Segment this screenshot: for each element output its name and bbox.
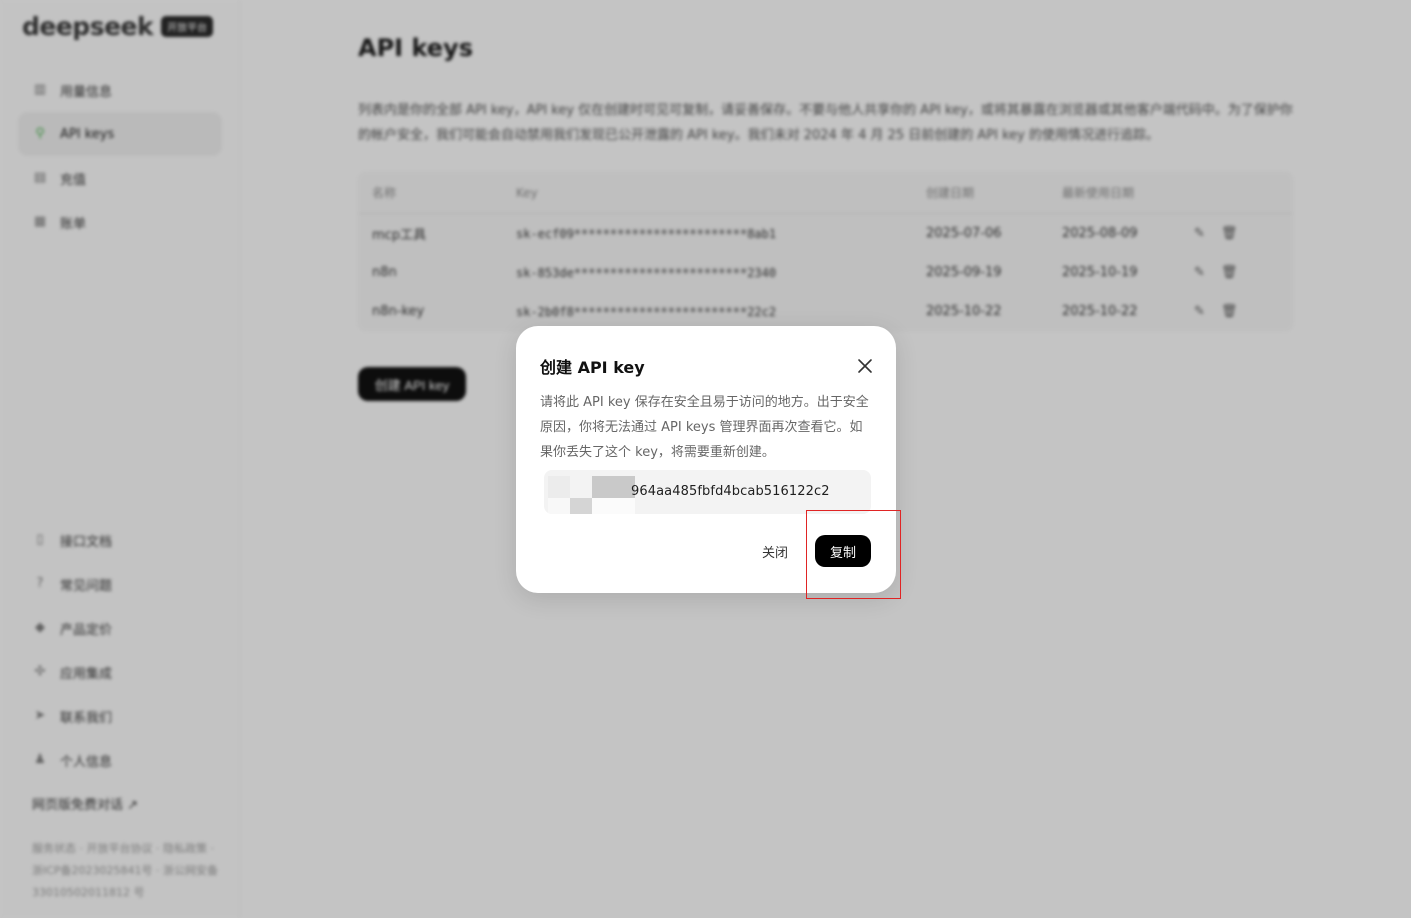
dialog-description: 请将此 API key 保存在安全且易于访问的地方。出于安全原因，你将无法通过 … (540, 395, 869, 460)
api-key-value: 964aa485fbfd4bcab516122c2 (631, 484, 830, 499)
create-api-key-dialog: 创建 API key 请将此 API key 保存在安全且易于访问的地方。出于安… (516, 326, 896, 593)
close-button[interactable]: 关闭 (754, 539, 796, 563)
dialog-title: 创建 API key (540, 358, 645, 377)
copy-button[interactable]: 复制 (815, 535, 871, 567)
api-key-field[interactable]: 964aa485fbfd4bcab516122c2 (544, 470, 871, 514)
close-icon[interactable] (854, 355, 876, 377)
